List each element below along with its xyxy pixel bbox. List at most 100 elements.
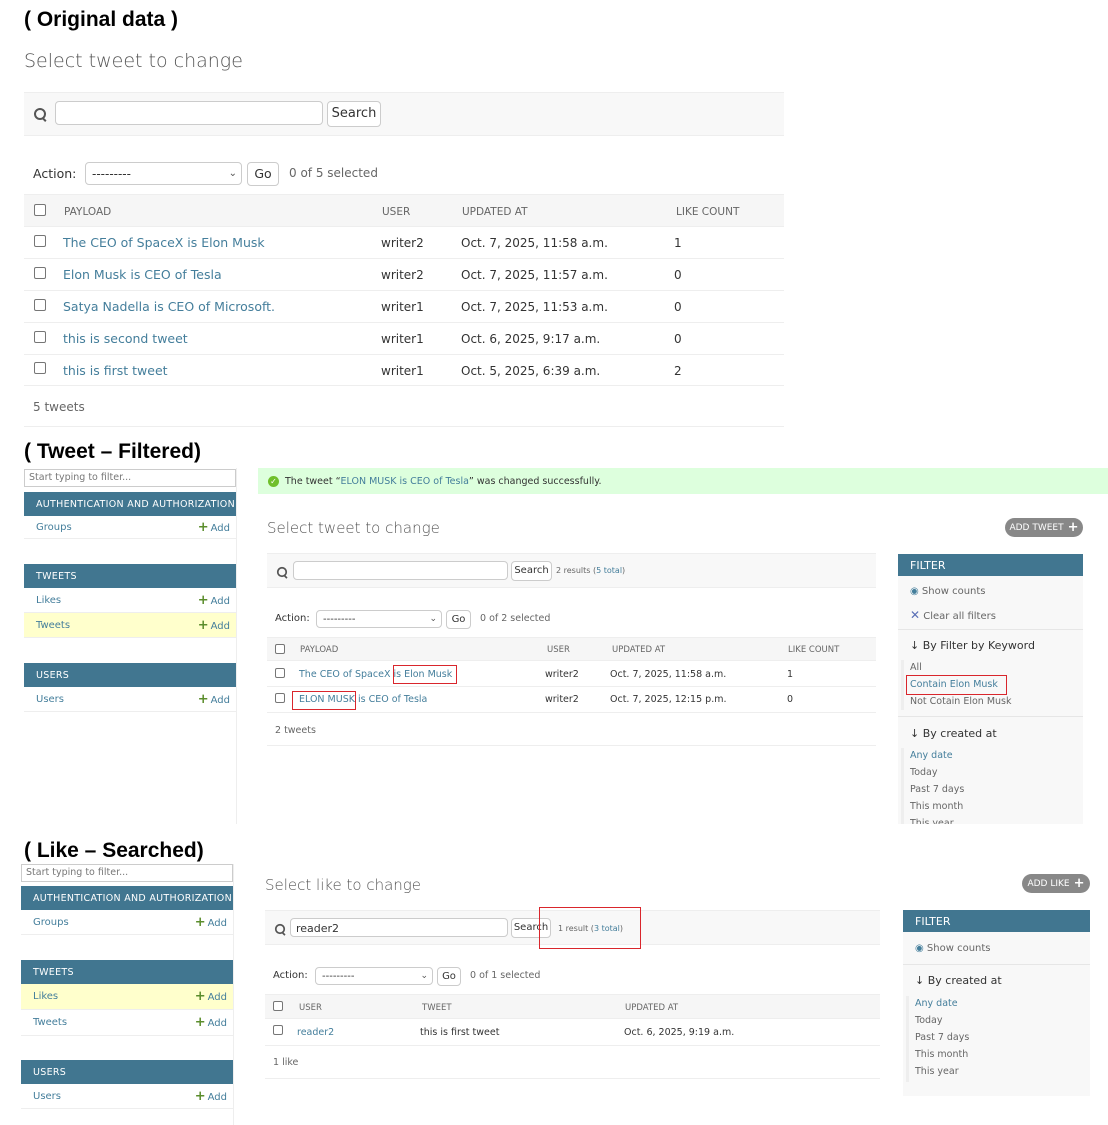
user-link[interactable]: reader2 [297, 1027, 334, 1038]
add-group-link[interactable]: + Add [198, 520, 230, 535]
add-group-link[interactable]: + Add [195, 915, 227, 930]
action-select[interactable]: --------- ⌄ [316, 610, 442, 628]
module-caption-users[interactable]: USERS [21, 1060, 233, 1084]
nav-filter-input[interactable]: Start typing to filter... [21, 864, 233, 882]
module-caption-users[interactable]: USERS [24, 663, 236, 687]
user-cell: writer1 [381, 364, 424, 378]
clear-filters-link[interactable]: ✕ Clear all filters [910, 608, 996, 622]
filter-option-this-year[interactable]: This year [915, 1066, 959, 1077]
select-all-checkbox[interactable] [273, 1001, 283, 1011]
sidebar-item-likes[interactable]: Likes + Add [24, 588, 236, 613]
sidebar-item-label[interactable]: Tweets [33, 1017, 67, 1028]
show-counts-link[interactable]: ◉ Show counts [915, 943, 991, 954]
select-all-checkbox[interactable] [34, 204, 46, 216]
updated-at-cell: Oct. 7, 2025, 11:58 a.m. [610, 669, 727, 680]
select-all-checkbox[interactable] [275, 644, 285, 654]
row-checkbox[interactable] [275, 668, 285, 678]
module-caption-auth[interactable]: AUTHENTICATION AND AUTHORIZATION [24, 492, 236, 516]
sidebar-item-likes[interactable]: Likes + Add [21, 984, 233, 1010]
column-header-tweet[interactable]: TWEET [422, 1003, 452, 1013]
go-button[interactable]: Go [446, 610, 471, 629]
filter-option-this-month[interactable]: This month [915, 1049, 968, 1060]
success-message: ✓ The tweet “ELON MUSK is CEO of Tesla” … [258, 468, 1108, 494]
sidebar-item-groups[interactable]: Groups + Add [21, 910, 233, 935]
action-label: Action: [273, 970, 308, 981]
column-header-user[interactable]: USER [299, 1003, 322, 1013]
results-total-link[interactable]: 5 total [596, 566, 622, 575]
column-header-payload[interactable]: PAYLOAD [64, 206, 111, 218]
show-counts-link[interactable]: ◉ Show counts [910, 586, 986, 597]
sidebar-item-tweets[interactable]: Tweets + Add [21, 1010, 233, 1036]
payload-link[interactable]: Satya Nadella is CEO of Microsoft. [63, 299, 275, 314]
action-select[interactable]: --------- ⌄ [315, 967, 433, 985]
search-button[interactable]: Search [511, 561, 552, 581]
updated-at-cell: Oct. 7, 2025, 11:53 a.m. [461, 300, 608, 314]
search-input[interactable] [55, 101, 323, 125]
search-input[interactable] [293, 561, 508, 580]
column-header-like-count[interactable]: LIKE COUNT [676, 206, 739, 218]
sidebar-item-label[interactable]: Groups [33, 917, 69, 928]
column-header-user[interactable]: USER [547, 645, 570, 655]
payload-link[interactable]: Elon Musk is CEO of Tesla [63, 267, 222, 282]
sidebar-item-groups[interactable]: Groups + Add [24, 516, 236, 539]
go-button[interactable]: Go [247, 162, 279, 186]
add-tweet-button[interactable]: ADD TWEET + [1005, 518, 1083, 537]
add-tweet-link[interactable]: + Add [195, 1015, 227, 1030]
filter-option-not-contain[interactable]: Not Cotain Elon Musk [910, 696, 1012, 707]
add-like-link[interactable]: + Add [198, 593, 230, 608]
row-checkbox[interactable] [34, 331, 46, 343]
module-caption-tweets[interactable]: TWEETS [24, 564, 236, 588]
sidebar-item-label[interactable]: Likes [33, 991, 58, 1002]
filter-option-this-year[interactable]: This year [910, 818, 954, 824]
row-checkbox[interactable] [273, 1025, 283, 1035]
add-label: Add [210, 595, 230, 607]
add-like-link[interactable]: + Add [195, 989, 227, 1004]
filter-option-today[interactable]: Today [915, 1015, 942, 1026]
sidebar-item-label[interactable]: Groups [36, 522, 72, 533]
module-caption-tweets[interactable]: TWEETS [21, 960, 233, 984]
row-checkbox[interactable] [34, 235, 46, 247]
sidebar-item-users[interactable]: Users + Add [24, 687, 236, 712]
row-divider [24, 290, 784, 291]
column-header-payload[interactable]: PAYLOAD [300, 645, 338, 655]
row-checkbox[interactable] [34, 267, 46, 279]
add-user-link[interactable]: + Add [198, 692, 230, 707]
add-user-link[interactable]: + Add [195, 1089, 227, 1104]
column-header-like-count[interactable]: LIKE COUNT [788, 645, 839, 655]
search-input[interactable]: reader2 [290, 918, 508, 937]
row-checkbox[interactable] [34, 299, 46, 311]
go-button[interactable]: Go [437, 967, 461, 986]
filter-option-this-month[interactable]: This month [910, 801, 963, 812]
sidebar-item-label[interactable]: Likes [36, 595, 61, 606]
row-checkbox[interactable] [34, 362, 46, 374]
sidebar-item-label[interactable]: Users [33, 1091, 61, 1102]
filter-option-past-7-days[interactable]: Past 7 days [910, 784, 964, 795]
action-select[interactable]: --------- ⌄ [85, 162, 242, 185]
filter-option-past-7-days[interactable]: Past 7 days [915, 1032, 969, 1043]
sidebar-item-label[interactable]: Tweets [36, 620, 70, 631]
search-button[interactable]: Search [327, 101, 381, 127]
add-tweet-link[interactable]: + Add [198, 618, 230, 633]
row-checkbox[interactable] [275, 693, 285, 703]
filter-option-any-date[interactable]: Any date [915, 998, 958, 1009]
sidebar-item-tweets[interactable]: Tweets + Add [24, 613, 236, 638]
plus-icon: + [194, 1088, 206, 1104]
filter-option-today[interactable]: Today [910, 767, 937, 778]
column-header-updated-at[interactable]: UPDATED AT [462, 206, 528, 218]
column-header-updated-at[interactable]: UPDATED AT [625, 1003, 678, 1013]
sidebar-item-label[interactable]: Users [36, 694, 64, 705]
payload-link[interactable]: this is first tweet [63, 363, 168, 378]
sidebar-item-users[interactable]: Users + Add [21, 1084, 233, 1109]
filter-option-any-date[interactable]: Any date [910, 750, 953, 761]
payload-link[interactable]: this is second tweet [63, 331, 188, 346]
add-label: Add [210, 694, 230, 706]
module-caption-auth[interactable]: AUTHENTICATION AND AUTHORIZATION [21, 886, 233, 910]
column-header-user[interactable]: USER [382, 206, 410, 218]
plus-icon: + [1067, 520, 1079, 535]
nav-filter-input[interactable]: Start typing to filter... [24, 469, 236, 487]
column-header-updated-at[interactable]: UPDATED AT [612, 645, 665, 655]
message-link[interactable]: ELON MUSK is CEO of Tesla [341, 476, 469, 487]
add-like-button[interactable]: ADD LIKE + [1022, 874, 1090, 893]
payload-link[interactable]: The CEO of SpaceX is Elon Musk [63, 235, 265, 250]
filter-option-all[interactable]: All [910, 662, 922, 673]
